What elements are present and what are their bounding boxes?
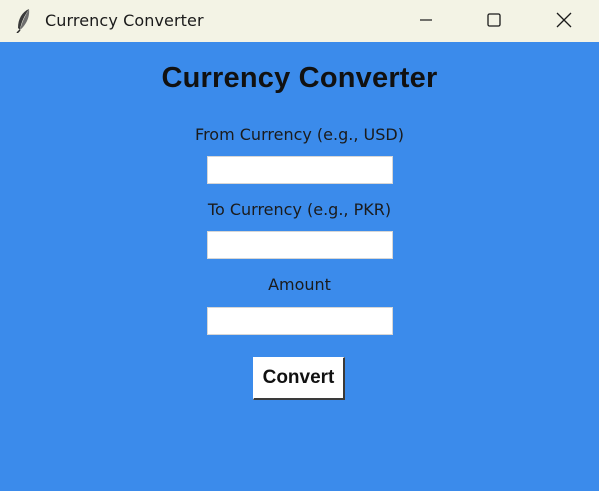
- amount-label: Amount: [268, 275, 331, 294]
- minimize-icon: [419, 13, 433, 27]
- page-title: Currency Converter: [161, 62, 438, 94]
- maximize-button[interactable]: [471, 0, 517, 40]
- feather-icon: [14, 7, 34, 34]
- window-title: Currency Converter: [45, 11, 204, 30]
- to-currency-label: To Currency (e.g., PKR): [207, 200, 392, 219]
- close-icon: [556, 12, 572, 28]
- main-panel: Currency Converter From Currency (e.g., …: [0, 42, 599, 491]
- minimize-button[interactable]: [403, 0, 449, 40]
- title-bar[interactable]: Currency Converter: [0, 0, 599, 42]
- from-currency-label: From Currency (e.g., USD): [195, 125, 404, 144]
- to-currency-input[interactable]: [207, 231, 393, 259]
- amount-input[interactable]: [207, 307, 393, 335]
- convert-button[interactable]: Convert: [253, 357, 345, 400]
- from-currency-input[interactable]: [207, 156, 393, 184]
- close-button[interactable]: [541, 0, 587, 40]
- maximize-icon: [487, 13, 501, 27]
